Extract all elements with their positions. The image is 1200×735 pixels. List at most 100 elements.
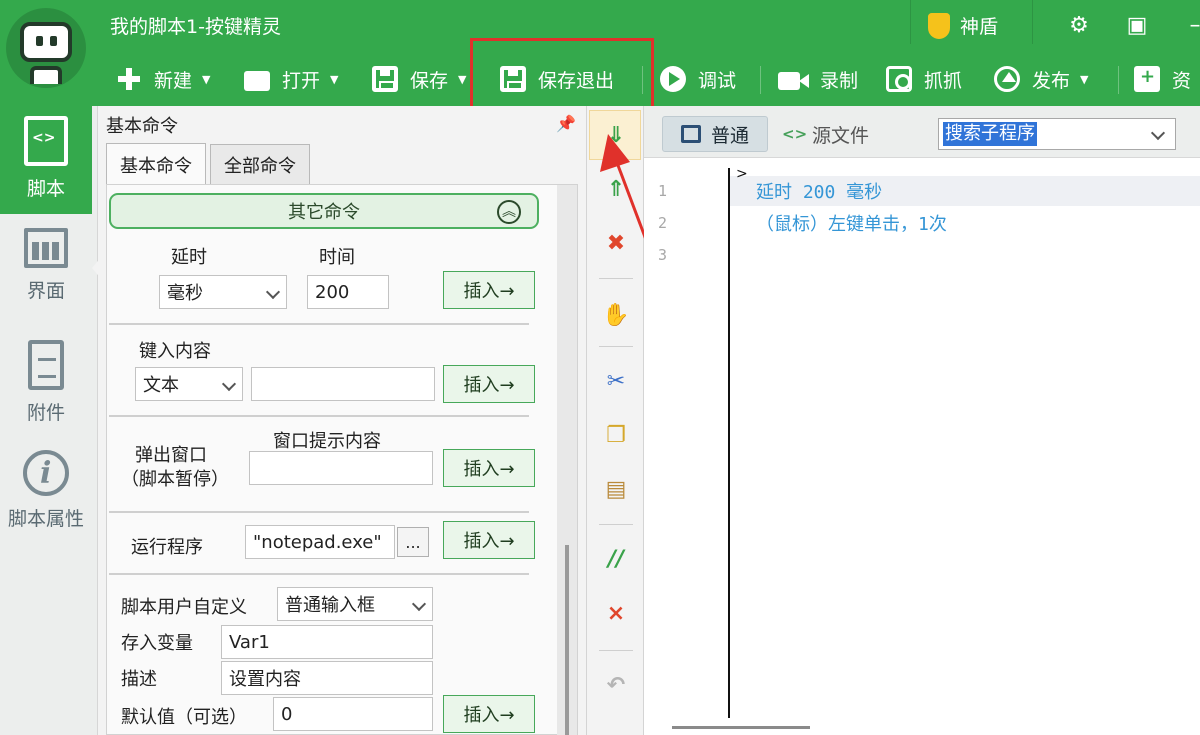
insert-label: 插入→ [463,281,515,302]
publish-button[interactable]: 发布 ▼ [994,62,1088,96]
sidebar-item-label: 界面 [26,280,65,302]
custom-type-select[interactable]: 普通输入框 [277,587,433,621]
keyin-label: 键入内容 [139,341,211,362]
save-label: 保存 [410,69,449,92]
section-title: 其它命令 [288,202,360,223]
run-program-input[interactable]: "notepad.exe" [245,525,395,559]
video-camera-icon [778,72,809,90]
open-label: 打开 [282,69,321,92]
run-program-label: 运行程序 [131,537,203,558]
delay-unit-select[interactable]: 毫秒 [159,275,287,309]
popup-label-line2: （脚本暂停） [121,469,229,490]
pin-icon[interactable]: 📌 [556,114,576,133]
keyin-type-select[interactable]: 文本 [135,367,243,401]
select-value: 普通输入框 [285,595,375,616]
resource-plus-icon [1134,66,1160,92]
search-subroutine-value: 搜索子程序 [943,122,1037,146]
grab-icon [886,66,912,92]
comment-icon[interactable]: // [601,544,631,574]
normal-mode-button[interactable]: 普通 [662,116,768,152]
editor-toolbar: 普通 <> 源文件 搜索子程序 [644,106,1200,158]
desc-label: 描述 [121,669,157,690]
desc-input[interactable]: 设置内容 [221,661,433,695]
line-number: 1 [658,182,668,200]
insert-keyin-button[interactable]: 插入→ [443,365,535,403]
folder-icon [244,71,270,91]
sidebar-item-interface[interactable]: 界面 [0,218,92,326]
hand-icon[interactable]: ✋ [601,300,631,330]
command-panel: 基本命令 📌 基本命令 全部命令 其它命令 ︽ 延时 时间 毫秒 200 插入→… [98,106,586,735]
undo-icon[interactable]: ↶ [601,670,631,700]
copy-icon[interactable]: ❐ [601,420,631,450]
new-button[interactable]: 新建 ▼ [116,62,210,96]
chevron-down-icon[interactable]: ▼ [330,73,338,86]
tab-basic-commands[interactable]: 基本命令 [106,143,206,185]
popup-content-input[interactable] [249,451,433,485]
sidebar-item-attachment[interactable]: 附件 [0,330,92,438]
save-disk-icon [372,66,398,92]
popup-content-label: 窗口提示内容 [273,431,381,452]
insert-delay-button[interactable]: 插入→ [443,271,535,309]
horizontal-scrollbar[interactable] [672,726,810,729]
insert-popup-button[interactable]: 插入→ [443,449,535,487]
sidebar-item-script[interactable]: 脚本 [0,106,92,214]
collapse-up-icon[interactable]: ︽ [497,200,521,224]
delete-x-icon[interactable]: ✖ [601,228,631,258]
record-label: 录制 [820,69,859,92]
cut-scissors-icon[interactable]: ✂ [601,366,631,396]
insert-label: 插入→ [463,705,515,726]
current-line-marker-icon: > [736,166,748,182]
sidebar-item-script-properties[interactable]: 脚本属性 [0,440,92,548]
browse-button[interactable]: ... [397,527,429,557]
grab-button[interactable]: 抓抓 [886,62,962,96]
grab-label: 抓抓 [924,69,963,92]
sidebar: 脚本 界面 附件 脚本属性 [0,106,98,735]
move-down-arrow-icon[interactable]: ⇓ [601,120,631,150]
shield-button[interactable]: 神盾 [928,12,998,39]
popup-label-line1: 弹出窗口 [135,445,207,466]
delay-label: 延时 [171,247,207,268]
panel-scrollbar[interactable] [557,185,577,735]
chevron-down-icon[interactable]: ▼ [202,73,210,86]
record-button[interactable]: 录制 [778,62,858,96]
tab-all-commands[interactable]: 全部命令 [210,144,310,184]
attachment-icon [28,340,64,390]
minimize-icon[interactable]: – [1180,10,1200,40]
insert-custom-button[interactable]: 插入→ [443,695,535,733]
code-line-1[interactable]: 延时 200 毫秒 [756,178,882,204]
publish-label: 发布 [1032,69,1071,92]
move-up-arrow-icon[interactable]: ⇑ [601,174,631,204]
default-label: 默认值（可选） [121,707,247,728]
insert-label: 插入→ [463,459,515,480]
settings-gear-icon[interactable]: ⚙ [1064,10,1094,40]
save-button[interactable]: 保存 ▼ [372,62,466,96]
code-line-2[interactable]: （鼠标）左键单击，1次 [756,210,947,236]
shield-icon [928,12,950,39]
search-subroutine-select[interactable]: 搜索子程序 [938,118,1176,150]
input-value: 200 [315,281,350,303]
input-value: 设置内容 [229,669,301,690]
play-icon [660,66,686,92]
input-value: "notepad.exe" [253,531,382,553]
tab-label: 全部命令 [224,155,296,177]
default-input[interactable]: 0 [273,697,433,731]
delay-time-input[interactable]: 200 [307,275,389,309]
keyin-text-input[interactable] [251,367,435,401]
section-header-other-commands[interactable]: 其它命令 ︽ [109,193,539,229]
source-mode-button[interactable]: <> 源文件 [782,116,869,152]
source-code-icon: <> [782,125,808,143]
resource-button[interactable]: 资 [1134,62,1191,96]
var-input[interactable]: Var1 [221,625,433,659]
insert-run-button[interactable]: 插入→ [443,521,535,559]
chevron-down-icon[interactable]: ▼ [458,73,466,86]
panel-title: 基本命令 [106,116,178,137]
uncomment-icon[interactable]: ⨯ [601,598,631,628]
line-number-gutter: 1 2 3 [644,158,728,718]
line-number: 2 [658,214,668,232]
chevron-down-icon[interactable]: ▼ [1080,73,1088,86]
debug-button[interactable]: 调试 [660,62,736,96]
open-button[interactable]: 打开 ▼ [244,62,338,96]
paste-icon[interactable]: ▤ [601,474,631,504]
window-menu-icon[interactable]: ▣ [1122,10,1152,40]
interface-icon [24,228,68,268]
